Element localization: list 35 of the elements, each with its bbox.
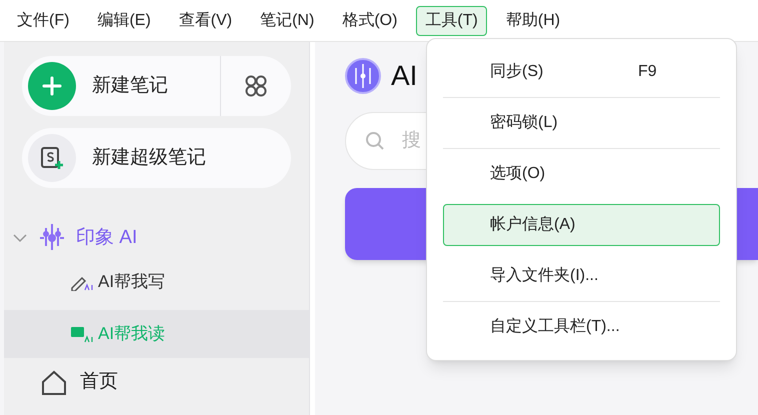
chat-icon (70, 325, 94, 343)
menu-option-label: 帐户信息(A) (490, 214, 576, 235)
menu-option[interactable]: 帐户信息(A) (443, 204, 720, 246)
new-note-button[interactable]: 新建笔记 (22, 56, 220, 116)
menu-item[interactable]: 文件(F) (8, 6, 78, 36)
circuit-logo-icon (345, 58, 381, 94)
menu-option-label: 选项(O) (490, 164, 546, 184)
menu-item[interactable]: 帮助(H) (496, 6, 570, 36)
sidebar-item-label: AI帮我读 (98, 323, 166, 346)
house-icon (40, 369, 68, 396)
menu-option-label: 导入文件夹(I)... (490, 266, 600, 286)
section-label[interactable]: 印象 AI (76, 224, 138, 252)
super-note-icon (28, 134, 76, 182)
menu-item[interactable]: 查看(V) (170, 6, 242, 36)
search-icon (365, 131, 385, 151)
menu-item[interactable]: 格式(O) (333, 6, 406, 36)
menu-option[interactable]: 自定义工具栏(T)... (443, 306, 720, 348)
sidebar-item-label[interactable]: 首页 (80, 368, 118, 396)
menu-option-label: 密码锁(L) (490, 112, 559, 133)
sidebar-item[interactable]: AI帮我写 (4, 258, 309, 306)
menu-item[interactable]: 工具(T) (416, 6, 487, 36)
menu-option[interactable]: 导入文件夹(I)... (443, 255, 720, 297)
menu-option[interactable]: 选项(O) (443, 153, 720, 195)
main-title: AI (391, 59, 418, 93)
plus-icon (28, 62, 76, 110)
menu-item[interactable]: 编辑(E) (88, 6, 160, 36)
menu-option[interactable]: 密码锁(L) (443, 102, 720, 144)
sidebar-item-label: AI帮我写 (98, 271, 166, 294)
new-super-note-button[interactable]: 新建超级笔记 (22, 128, 291, 188)
search-field[interactable]: 搜 (345, 112, 429, 170)
menu-option-label: 自定义工具栏(T)... (490, 316, 621, 337)
menu-option[interactable]: 同步(S) F9 (443, 51, 720, 93)
menu-option-label: 同步(S) (490, 62, 544, 82)
menu-item[interactable]: 笔记(N) (251, 6, 324, 36)
shortcut-label: F9 (638, 62, 657, 82)
